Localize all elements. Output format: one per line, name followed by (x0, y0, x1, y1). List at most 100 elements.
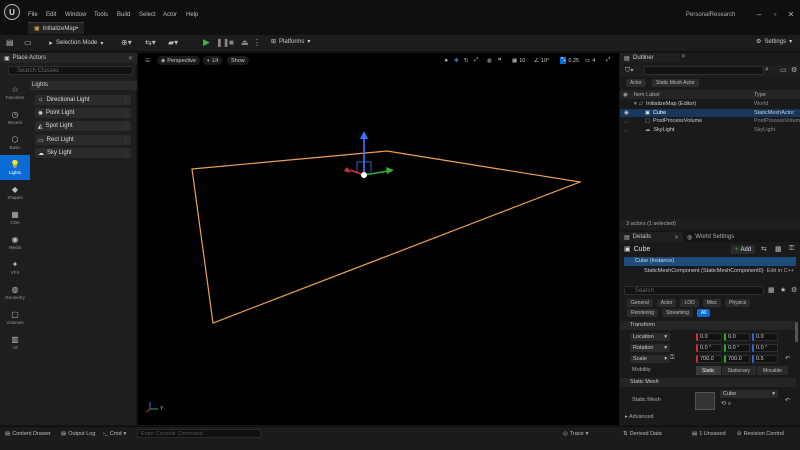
revision-control-button[interactable]: ⊘ Revision Control (737, 429, 784, 438)
lit-button[interactable]: ◐ Lit (203, 56, 223, 65)
mobility-static[interactable]: Static (696, 366, 721, 375)
gear-icon[interactable]: ⚙ (791, 286, 797, 294)
grid-view-icon[interactable]: ▦ (768, 286, 775, 294)
scale-x-input[interactable]: 700.0 (696, 355, 722, 363)
outliner-tab[interactable]: ▤ Outliner (620, 53, 680, 63)
level-viewport[interactable] (138, 53, 619, 425)
cinematics-icon[interactable]: ▰▾ (168, 38, 178, 47)
outliner-row-world[interactable]: ▾ ▱ InitializeMap (Editor) World (620, 100, 800, 108)
eye-closed-icon[interactable]: ◡ (624, 127, 629, 133)
world-settings-tab[interactable]: ◍ World Settings (683, 232, 738, 242)
platforms-dropdown[interactable]: ⊞ Platforms ▾ (271, 38, 310, 46)
perspective-button[interactable]: ◈ Perspective (157, 56, 200, 65)
class-search-input[interactable]: Search Classes (8, 66, 133, 75)
map-tab[interactable]: ▣ InitializeMap• (28, 22, 85, 34)
category-basic[interactable]: ⬡ Basic (0, 130, 30, 155)
transform-section-header[interactable]: Transform (620, 321, 796, 330)
add-actor-icon[interactable]: ⊕▾ (121, 38, 132, 47)
rotate-tool-icon[interactable]: ↻ (464, 56, 469, 65)
reset-icon[interactable]: ↶ (785, 355, 790, 362)
advanced-row[interactable]: ▸ Advanced (625, 414, 653, 420)
filter-actor[interactable]: Actor (656, 299, 677, 307)
mobility-movable[interactable]: Movable (757, 366, 788, 375)
close-icon[interactable]: ✕ (128, 55, 133, 62)
save-icon[interactable]: ▤ (6, 38, 14, 47)
blueprint-icon[interactable]: ⇆▾ (145, 38, 156, 47)
menu-window[interactable]: Window (65, 12, 86, 18)
derived-data-button[interactable]: ⇅ Derived Data (623, 429, 662, 438)
menu-tools[interactable]: Tools (94, 12, 108, 18)
category-volumes[interactable]: ▢ Volumes (0, 305, 30, 330)
stop-icon[interactable]: ■ (229, 38, 234, 47)
console-command-input[interactable]: Enter Console Command (137, 429, 261, 438)
col-item-label[interactable]: Item Label (634, 92, 660, 98)
category-recent[interactable]: ◷ Recent (0, 105, 30, 130)
scale-z-input[interactable]: 0.5 (752, 355, 778, 363)
close-icon[interactable]: ✕ (784, 9, 798, 21)
filter-rendering[interactable]: Rendering (627, 309, 659, 317)
star-icon[interactable]: ★ (780, 286, 786, 294)
mobility-stationary[interactable]: Stationary (721, 366, 757, 375)
col-type[interactable]: Type (754, 92, 766, 98)
category-geometry[interactable]: ◍ Geometry (0, 280, 30, 305)
camera-speed-button[interactable]: ▭ 4 (585, 56, 595, 65)
world-space-icon[interactable]: ◍ (487, 56, 492, 65)
menu-actor[interactable]: Actor (163, 12, 177, 18)
scale-dropdown[interactable]: Scale ▾ (630, 355, 670, 363)
eject-icon[interactable]: ⏏ (241, 38, 249, 47)
eye-closed-icon[interactable]: ◡ (624, 118, 629, 124)
location-y-input[interactable]: 0.0 (724, 333, 750, 341)
move-tool-icon[interactable]: ✥ (454, 56, 459, 65)
filter-static-mesh-actor[interactable]: Static Mesh Actor (652, 79, 699, 87)
menu-build[interactable]: Build (117, 12, 130, 18)
actor-item-directional-light[interactable]: ☼ Directional Light ⋮ (35, 95, 131, 105)
outliner-search-input[interactable] (644, 66, 764, 75)
actor-item-rect-light[interactable]: ▭ Rect Light ⋮ (35, 135, 131, 145)
trace-dropdown[interactable]: ◎ Trace ▾ (563, 429, 588, 438)
static-mesh-component-row[interactable]: StaticMeshComponent (StaticMeshComponent… (624, 267, 796, 276)
category-media[interactable]: ◉ Media (0, 230, 30, 255)
filter-streaming[interactable]: Streaming (662, 309, 693, 317)
filter-all[interactable]: All (696, 309, 711, 317)
reset-icon[interactable]: ↶ (785, 397, 790, 404)
mesh-thumbnail[interactable] (695, 392, 715, 410)
blueprint-icon[interactable]: ⇆ (761, 245, 767, 253)
browse-icon[interactable]: ⟲ ⌕ (721, 400, 731, 408)
menu-select[interactable]: Select (139, 12, 156, 18)
close-icon[interactable]: ✕ (681, 53, 686, 60)
lock-icon[interactable]: ⚿ (789, 245, 794, 253)
add-component-button[interactable]: + Add (731, 245, 756, 254)
location-z-input[interactable]: 0.0 (752, 333, 778, 341)
layout-icon[interactable]: ▦ (775, 245, 782, 253)
location-x-input[interactable]: 0.0 (696, 333, 722, 341)
rotation-z-input[interactable]: 0.0 ° (752, 344, 778, 352)
menu-help[interactable]: Help (186, 12, 198, 18)
maximize-icon[interactable]: ▫ (768, 9, 782, 21)
folder-icon[interactable]: ▭ (24, 38, 32, 47)
rotation-dropdown[interactable]: Rotation ▾ (630, 344, 670, 352)
filter-lod[interactable]: LOD (680, 299, 699, 307)
place-actors-tab[interactable]: ▣ Place Actors ✕ (0, 53, 137, 63)
rotation-snap-toggle[interactable]: ∠ 10° (534, 56, 549, 65)
scale-snap-toggle[interactable]: ⤡ 0.25 (560, 56, 579, 65)
category-cine[interactable]: ▦ Cine (0, 205, 30, 230)
category-all[interactable]: ▥ All (0, 330, 30, 355)
gear-icon[interactable]: ⚙ (791, 66, 797, 74)
select-tool-icon[interactable]: ➤ (444, 56, 449, 65)
surface-snap-icon[interactable]: ⌗ (498, 56, 501, 65)
add-folder-icon[interactable]: ▭ (780, 66, 787, 74)
eye-icon[interactable]: ◉ (624, 110, 629, 116)
category-shapes[interactable]: ◆ Shapes (0, 180, 30, 205)
details-scrollbar[interactable] (795, 322, 798, 342)
viewport-menu-icon[interactable]: ☰ (145, 56, 150, 65)
category-favorites[interactable]: ☆ Favorites (0, 80, 30, 105)
rotation-x-input[interactable]: 0.0 ° (696, 344, 722, 352)
rotation-y-input[interactable]: 0.0 ° (724, 344, 750, 352)
cmd-dropdown[interactable]: ›_ Cmd ▾ (103, 429, 126, 438)
category-vfx[interactable]: ✦ VFX (0, 255, 30, 280)
outliner-row-cube[interactable]: ◉ ▣ Cube StaticMeshActor (620, 109, 800, 117)
selection-mode-dropdown[interactable]: ➤ Selection Mode ▾ (48, 38, 103, 48)
filter-icon[interactable]: ⛉▾ (625, 67, 634, 75)
unreal-logo-icon[interactable]: U (4, 4, 20, 20)
static-mesh-dropdown[interactable]: Cube ▾ (720, 390, 778, 398)
